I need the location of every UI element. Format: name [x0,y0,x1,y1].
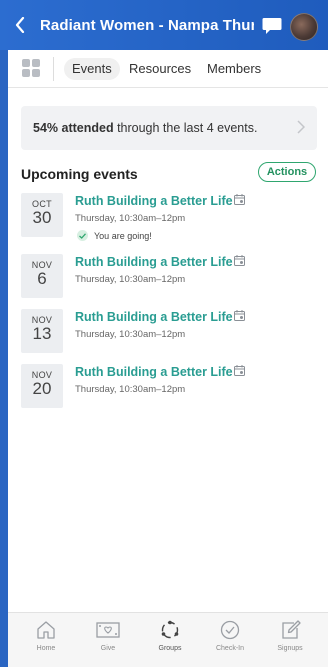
app-header: Radiant Women - Nampa Thursd... [0,0,328,50]
back-button[interactable] [10,15,30,35]
tab-resources[interactable]: Resources [121,58,199,80]
chevron-left-icon [15,17,25,33]
tab-members[interactable]: Members [199,58,269,80]
tab-bar: Events Resources Members [8,50,328,88]
tab-divider [53,57,54,81]
calendar-icon [234,365,245,376]
nav-groups[interactable]: Groups [145,619,195,652]
nav-give[interactable]: Give [83,619,133,652]
content-panel: Events Resources Members 54% attended th… [8,50,328,667]
calendar-icon [234,194,245,205]
calendar-icon [234,310,245,321]
event-title[interactable]: Ruth Building a Better Life [75,255,233,269]
page-title: Radiant Women - Nampa Thursd... [40,16,254,34]
check-in-icon [220,620,240,640]
calendar-icon [234,255,245,266]
nav-home[interactable]: Home [21,619,71,652]
event-time: Thursday, 10:30am–12pm [75,329,186,340]
chevron-right-icon [297,120,305,134]
avatar[interactable] [290,13,318,41]
home-icon [37,621,55,639]
signups-icon [282,620,301,639]
event-title[interactable]: Ruth Building a Better Life [75,365,233,379]
event-title[interactable]: Ruth Building a Better Life [75,310,233,324]
tab-events[interactable]: Events [64,58,120,80]
event-date: NOV 6 [21,254,63,298]
groups-icon [161,620,179,639]
event-time: Thursday, 10:30am–12pm [75,274,186,285]
attendance-summary[interactable]: 54% attended through the last 4 events. [21,106,317,150]
event-date: NOV 20 [21,364,63,408]
bottom-nav: Home Give Groups Check-In Signups [8,612,328,667]
check-icon [77,230,88,241]
event-title[interactable]: Ruth Building a Better Life [75,194,233,208]
event-time: Thursday, 10:30am–12pm [75,384,186,395]
event-item[interactable]: NOV 6 Ruth Building a Better Life Thursd… [21,254,321,300]
actions-button[interactable]: Actions [258,162,316,182]
nav-check-in[interactable]: Check-In [205,619,255,652]
chat-icon[interactable] [262,17,282,35]
section-heading: Upcoming events [21,166,138,182]
event-item[interactable]: OCT 30 Ruth Building a Better Life Thurs… [21,193,321,241]
grid-icon[interactable] [22,59,40,77]
event-date: OCT 30 [21,193,63,237]
nav-signups[interactable]: Signups [265,619,315,652]
give-icon [96,622,120,638]
event-time: Thursday, 10:30am–12pm [75,213,186,224]
attendance-text: 54% attended through the last 4 events. [33,121,258,135]
event-date: NOV 13 [21,309,63,353]
event-item[interactable]: NOV 20 Ruth Building a Better Life Thurs… [21,364,321,410]
rsvp-status: You are going! [77,230,152,241]
event-item[interactable]: NOV 13 Ruth Building a Better Life Thurs… [21,309,321,355]
